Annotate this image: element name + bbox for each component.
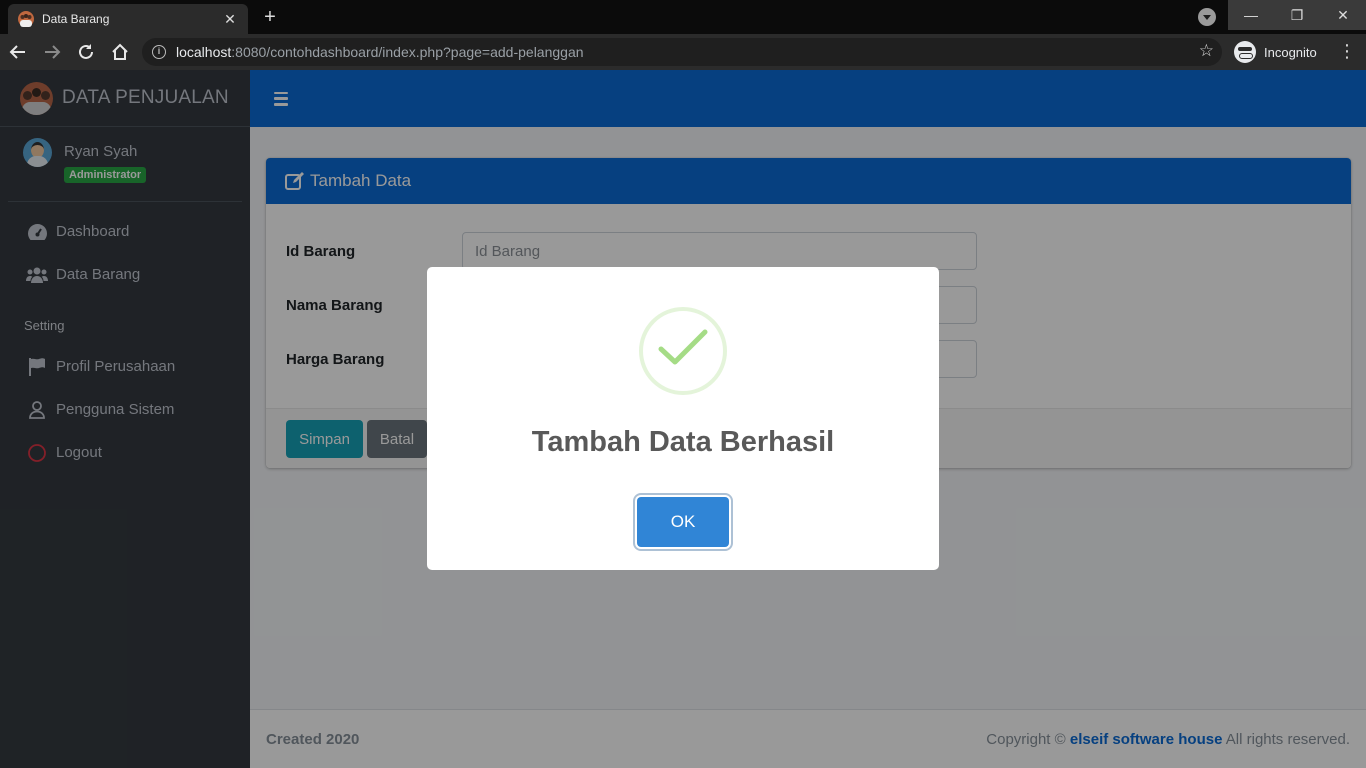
browser-menu-icon[interactable]: ⋮ xyxy=(1338,40,1356,64)
url-host: localhost xyxy=(176,44,232,60)
tab-close-icon[interactable]: ✕ xyxy=(222,11,238,28)
back-icon[interactable] xyxy=(2,36,34,68)
site-info-icon[interactable]: i xyxy=(152,45,166,59)
ok-button[interactable]: OK xyxy=(637,497,729,547)
incognito-icon xyxy=(1234,41,1256,63)
browser-tabbar: Data Barang ✕ + — ❐ ✕ xyxy=(0,0,1366,34)
forward-icon[interactable] xyxy=(36,36,68,68)
tab-search-icon[interactable] xyxy=(1198,8,1216,26)
incognito-indicator[interactable]: Incognito xyxy=(1234,38,1317,66)
address-bar[interactable]: i localhost :8080/contohdashboard/index.… xyxy=(142,38,1222,66)
browser-tab[interactable]: Data Barang ✕ xyxy=(8,4,248,34)
restore-icon[interactable]: ❐ xyxy=(1274,0,1320,30)
dialog-title: Tambah Data Berhasil xyxy=(531,426,835,458)
tab-title: Data Barang xyxy=(42,12,110,26)
success-dialog: Tambah Data Berhasil OK xyxy=(427,267,939,570)
incognito-label: Incognito xyxy=(1264,44,1317,60)
reload-icon[interactable] xyxy=(70,36,102,68)
new-tab-icon[interactable]: + xyxy=(258,5,282,29)
success-check-icon xyxy=(639,307,727,395)
minimize-icon[interactable]: — xyxy=(1228,0,1274,30)
window-controls: — ❐ ✕ xyxy=(1228,0,1366,30)
home-icon[interactable] xyxy=(104,36,136,68)
close-window-icon[interactable]: ✕ xyxy=(1320,0,1366,30)
site-favicon-icon xyxy=(18,11,34,27)
bookmark-star-icon[interactable]: ☆ xyxy=(1199,41,1214,61)
url-path: :8080/contohdashboard/index.php?page=add… xyxy=(231,44,584,60)
browser-toolbar: i localhost :8080/contohdashboard/index.… xyxy=(0,34,1366,70)
